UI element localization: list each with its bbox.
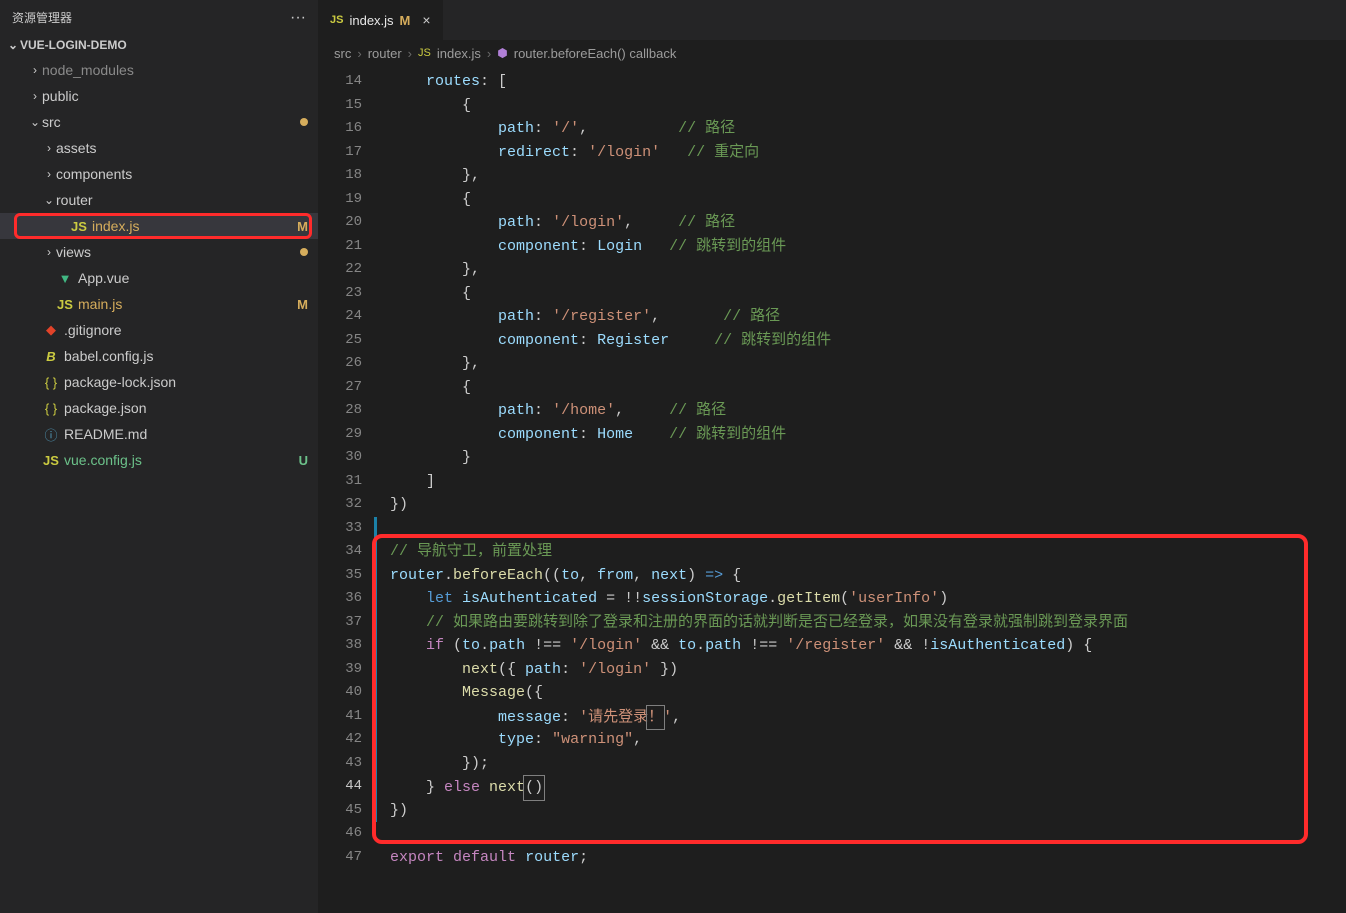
- folder-node-modules[interactable]: ›node_modules: [0, 57, 318, 83]
- tree-item-label: src: [42, 114, 294, 130]
- tree-item-label: App.vue: [78, 270, 308, 286]
- file-vue-config-js[interactable]: JSvue.config.jsU: [0, 447, 318, 473]
- tree-item-label: views: [56, 244, 294, 260]
- tab-modified-badge: M: [400, 13, 411, 28]
- chevron-icon: ›: [42, 167, 56, 181]
- tree-item-label: router: [56, 192, 308, 208]
- js-file-icon: JS: [330, 14, 343, 26]
- chevron-down-icon: ⌄: [6, 38, 20, 52]
- chevron-icon: ›: [28, 63, 42, 77]
- tree-item-label: node_modules: [42, 62, 308, 78]
- chevron-icon: ⌄: [28, 115, 42, 129]
- tree-item-label: .gitignore: [64, 322, 308, 338]
- explorer-header: 资源管理器 ···: [0, 0, 318, 35]
- breadcrumb-file[interactable]: index.js: [437, 46, 481, 61]
- file-package-lock-json[interactable]: { }package-lock.json: [0, 369, 318, 395]
- file--gitignore[interactable]: ◆.gitignore: [0, 317, 318, 343]
- chevron-right-icon: ›: [487, 46, 491, 61]
- more-actions-icon[interactable]: ···: [290, 9, 306, 27]
- breadcrumb-symbol[interactable]: router.beforeEach() callback: [514, 46, 677, 61]
- breadcrumb-router[interactable]: router: [368, 46, 402, 61]
- file-tree: ›node_modules›public⌄src›assets›componen…: [0, 55, 318, 913]
- breadcrumb-src[interactable]: src: [334, 46, 351, 61]
- explorer-sidebar: 资源管理器 ··· ⌄ VUE-LOGIN-DEMO ›node_modules…: [0, 0, 318, 913]
- file-app-vue[interactable]: ▼App.vue: [0, 265, 318, 291]
- editor-area: JS index.js M × src › router › JS index.…: [318, 0, 1346, 913]
- explorer-title: 资源管理器: [12, 9, 72, 26]
- project-name: VUE-LOGIN-DEMO: [20, 38, 127, 52]
- folder-assets[interactable]: ›assets: [0, 135, 318, 161]
- tree-item-label: components: [56, 166, 308, 182]
- tree-item-label: public: [42, 88, 308, 104]
- chevron-right-icon: ›: [408, 46, 412, 61]
- tree-item-label: package.json: [64, 400, 308, 416]
- code-editor[interactable]: 1415161718192021222324252627282930313233…: [318, 66, 1346, 913]
- chevron-icon: ›: [42, 141, 56, 155]
- tree-item-label: package-lock.json: [64, 374, 308, 390]
- folder-components[interactable]: ›components: [0, 161, 318, 187]
- tree-item-label: assets: [56, 140, 308, 156]
- tab-name: index.js: [349, 13, 393, 28]
- file-babel-config-js[interactable]: Bbabel.config.js: [0, 343, 318, 369]
- file-readme-md[interactable]: ⓘREADME.md: [0, 421, 318, 447]
- file-main-js[interactable]: JSmain.jsM: [0, 291, 318, 317]
- folder-router[interactable]: ⌄router: [0, 187, 318, 213]
- modified-dot-icon: [300, 118, 308, 126]
- file-index-js[interactable]: JSindex.jsM: [0, 213, 318, 239]
- file-package-json[interactable]: { }package.json: [0, 395, 318, 421]
- folder-views[interactable]: ›views: [0, 239, 318, 265]
- js-file-icon: JS: [418, 47, 431, 59]
- modified-dot-icon: [300, 248, 308, 256]
- code-content[interactable]: routes: [ { path: '/', // 路径 redirect: '…: [374, 66, 1346, 913]
- folder-src[interactable]: ⌄src: [0, 109, 318, 135]
- method-icon: ⬢: [497, 46, 507, 60]
- tree-item-label: README.md: [64, 426, 308, 442]
- project-header[interactable]: ⌄ VUE-LOGIN-DEMO: [0, 35, 318, 55]
- chevron-icon: ⌄: [42, 193, 56, 207]
- git-status-badge: M: [297, 297, 308, 312]
- git-status-badge: U: [299, 453, 308, 468]
- git-status-badge: M: [297, 219, 308, 234]
- line-gutter: 1415161718192021222324252627282930313233…: [318, 66, 374, 913]
- chevron-icon: ›: [28, 89, 42, 103]
- tree-item-label: babel.config.js: [64, 348, 308, 364]
- tab-index-js[interactable]: JS index.js M ×: [318, 0, 444, 40]
- folder-public[interactable]: ›public: [0, 83, 318, 109]
- tree-item-label: main.js: [78, 296, 291, 312]
- breadcrumbs[interactable]: src › router › JS index.js › ⬢ router.be…: [318, 40, 1346, 66]
- tab-bar: JS index.js M ×: [318, 0, 1346, 40]
- tree-item-label: vue.config.js: [64, 452, 293, 468]
- tree-item-label: index.js: [92, 218, 291, 234]
- chevron-right-icon: ›: [357, 46, 361, 61]
- close-icon[interactable]: ×: [422, 12, 430, 28]
- chevron-icon: ›: [42, 245, 56, 259]
